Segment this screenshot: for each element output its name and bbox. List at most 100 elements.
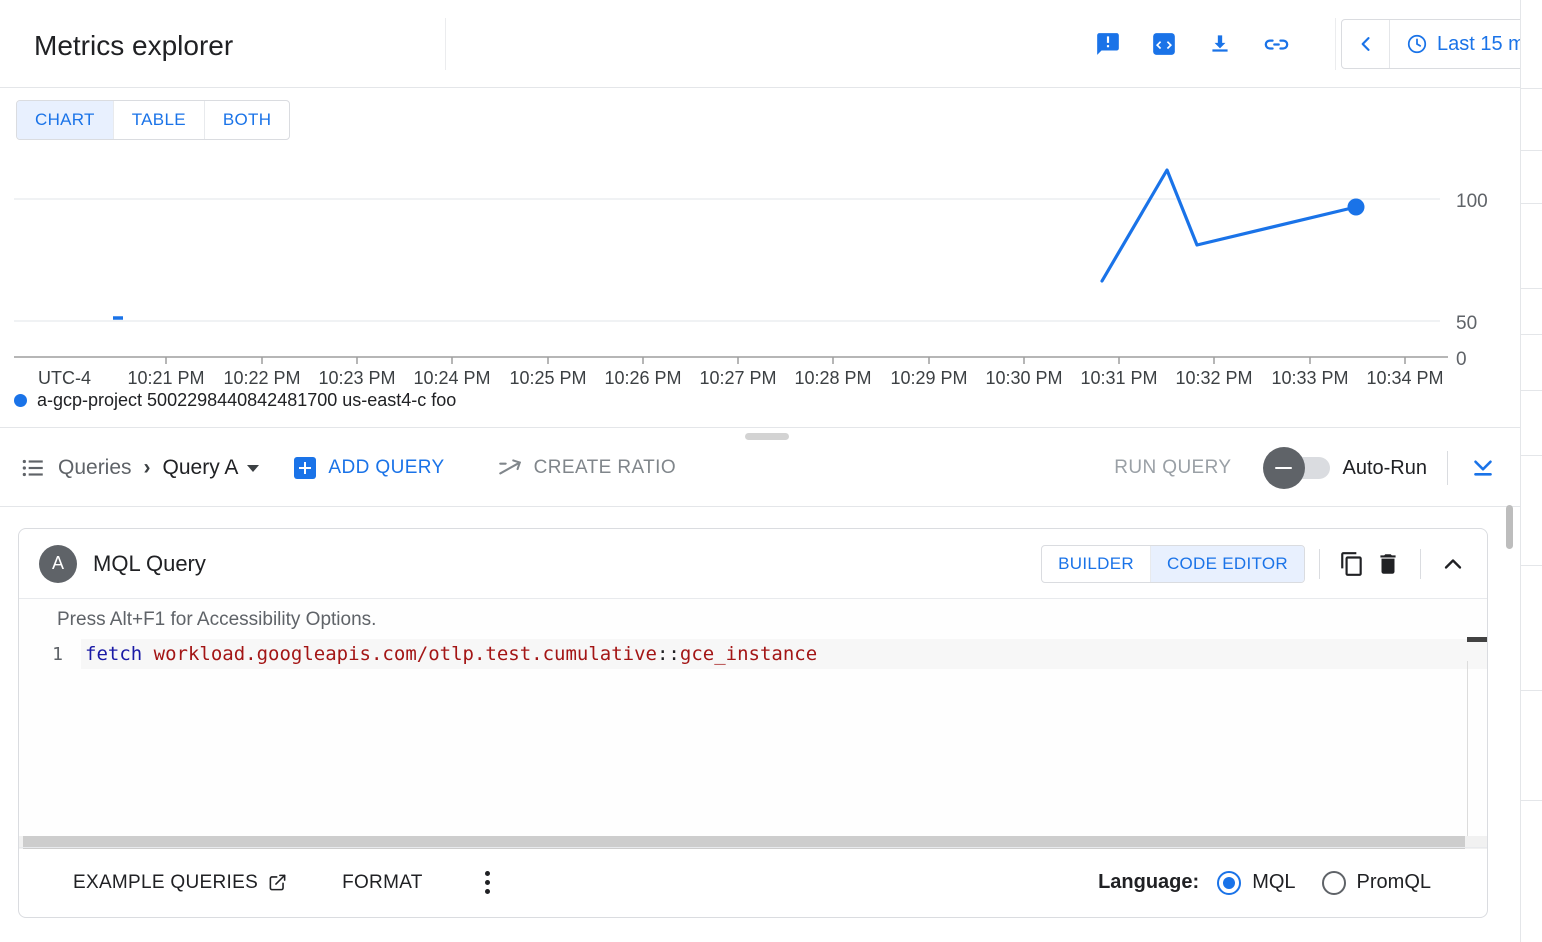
queries-breadcrumb-root[interactable]: Queries	[20, 455, 132, 481]
side-divider	[1521, 390, 1542, 391]
side-divider	[1521, 88, 1542, 89]
query-selector-label: Query A	[163, 456, 239, 480]
auto-run-switch[interactable]	[1268, 457, 1330, 479]
svg-text:10:30 PM: 10:30 PM	[985, 368, 1062, 388]
page-scrollbar[interactable]	[1506, 505, 1513, 549]
legend-item-label: a-gcp-project 5002298440842481700 us-eas…	[37, 390, 456, 411]
svg-text:10:25 PM: 10:25 PM	[509, 368, 586, 388]
time-range-back-button[interactable]	[1342, 20, 1390, 68]
radio-promql-label: PromQL	[1357, 871, 1431, 894]
svg-text:10:32 PM: 10:32 PM	[1175, 368, 1252, 388]
more-vert-icon[interactable]	[485, 871, 490, 894]
create-ratio-button[interactable]: CREATE RATIO	[497, 455, 676, 481]
example-queries-button[interactable]: EXAMPLE QUERIES	[73, 872, 287, 894]
card-divider-2	[1420, 549, 1421, 579]
download-icon[interactable]	[1204, 28, 1236, 60]
token-space	[142, 643, 153, 665]
collapse-all-icon[interactable]	[1468, 453, 1498, 483]
legend-color-swatch	[14, 394, 27, 407]
tab-both[interactable]: BOTH	[205, 101, 289, 139]
plus-box-icon	[293, 456, 317, 480]
list-icon	[20, 455, 46, 481]
mql-code-editor[interactable]: Press Alt+F1 for Accessibility Options. …	[19, 599, 1487, 849]
token-separator: ::	[657, 643, 680, 665]
auto-run-toggle-group: Auto-Run	[1268, 457, 1428, 480]
svg-text:10:27 PM: 10:27 PM	[699, 368, 776, 388]
query-toolbar-left: Queries › Query A ADD QUERY CREATE RATIO	[20, 429, 676, 507]
language-selector: Language: MQL PromQL	[1098, 871, 1457, 895]
mql-query-card: A MQL Query BUILDER CODE EDITOR	[18, 528, 1488, 918]
format-button[interactable]: FORMAT	[342, 872, 423, 894]
side-divider	[1521, 150, 1542, 151]
code-line-1[interactable]: 1 fetch workload.googleapis.com/otlp.tes…	[19, 639, 1487, 669]
run-query-button[interactable]: RUN QUERY	[1114, 457, 1231, 479]
radio-mql[interactable]	[1217, 871, 1241, 895]
chart-panel: CHART TABLE BOTH	[0, 88, 1520, 428]
panel-resize-handle[interactable]	[745, 433, 789, 440]
auto-run-label: Auto-Run	[1343, 457, 1428, 480]
card-divider-1	[1319, 549, 1320, 579]
side-divider	[1521, 334, 1542, 335]
side-divider	[1521, 690, 1542, 691]
token-resource: gce_instance	[680, 643, 817, 665]
page-title: Metrics explorer	[34, 26, 233, 66]
svg-text:UTC-4: UTC-4	[38, 368, 91, 388]
svg-text:10:33 PM: 10:33 PM	[1271, 368, 1348, 388]
token-metric: workload.googleapis.com/otlp.test.cumula…	[154, 643, 657, 665]
query-toolbar-right: RUN QUERY Auto-Run	[1114, 429, 1498, 507]
toolbar-divider	[1447, 451, 1448, 485]
svg-text:10:23 PM: 10:23 PM	[318, 368, 395, 388]
tab-table[interactable]: TABLE	[114, 101, 205, 139]
svg-text:10:22 PM: 10:22 PM	[223, 368, 300, 388]
tab-builder[interactable]: BUILDER	[1042, 546, 1151, 582]
add-query-button[interactable]: ADD QUERY	[293, 456, 444, 480]
editor-mode-toggle: BUILDER CODE EDITOR	[1041, 545, 1305, 583]
radio-mql-label: MQL	[1252, 871, 1295, 894]
svg-text:10:28 PM: 10:28 PM	[794, 368, 871, 388]
app-header: Metrics explorer	[0, 0, 1520, 88]
header-action-icons	[1092, 28, 1292, 60]
collapse-card-icon[interactable]	[1435, 546, 1471, 582]
accessibility-hint: Press Alt+F1 for Accessibility Options.	[57, 609, 376, 631]
query-card-title: MQL Query	[93, 551, 206, 577]
query-card-header: A MQL Query BUILDER CODE EDITOR	[19, 529, 1487, 599]
delete-query-icon[interactable]	[1370, 546, 1406, 582]
token-keyword: fetch	[85, 643, 142, 665]
svg-text:10:26 PM: 10:26 PM	[604, 368, 681, 388]
time-range-selector[interactable]: Last 15 min	[1341, 19, 1542, 69]
editor-ruler-line	[1467, 661, 1468, 847]
code-content[interactable]: fetch workload.googleapis.com/otlp.test.…	[81, 639, 1487, 669]
chart-legend[interactable]: a-gcp-project 5002298440842481700 us-eas…	[14, 390, 456, 411]
query-card-actions: BUILDER CODE EDITOR	[1041, 529, 1471, 599]
external-link-icon	[268, 873, 287, 892]
breadcrumb-separator-icon: ›	[144, 456, 151, 480]
right-side-panel	[1520, 0, 1542, 942]
minus-icon	[1275, 467, 1292, 469]
radio-promql[interactable]	[1322, 871, 1346, 895]
chevron-down-icon	[247, 465, 259, 472]
line-number: 1	[19, 644, 81, 665]
example-queries-label: EXAMPLE QUERIES	[73, 872, 258, 894]
svg-text:10:34 PM: 10:34 PM	[1366, 368, 1443, 388]
svg-text:10:24 PM: 10:24 PM	[413, 368, 490, 388]
queries-label: Queries	[58, 456, 132, 480]
feedback-icon[interactable]	[1092, 28, 1124, 60]
query-card-footer: EXAMPLE QUERIES FORMAT Language: MQL Pro…	[19, 847, 1487, 917]
query-selector[interactable]: Query A	[163, 456, 260, 480]
side-divider	[1521, 455, 1542, 456]
side-divider	[1521, 288, 1542, 289]
code-icon[interactable]	[1148, 28, 1180, 60]
editor-vertical-scrollbar[interactable]	[1467, 637, 1488, 642]
svg-text:10:21 PM: 10:21 PM	[127, 368, 204, 388]
duplicate-query-icon[interactable]	[1334, 546, 1370, 582]
link-icon[interactable]	[1260, 28, 1292, 60]
svg-text:10:29 PM: 10:29 PM	[890, 368, 967, 388]
side-divider	[1521, 800, 1542, 801]
query-avatar: A	[39, 545, 77, 583]
query-toolbar: Queries › Query A ADD QUERY CREATE RATIO	[0, 429, 1520, 507]
tab-code-editor[interactable]: CODE EDITOR	[1151, 546, 1304, 582]
svg-text:10:31 PM: 10:31 PM	[1080, 368, 1157, 388]
tab-chart[interactable]: CHART	[17, 101, 114, 139]
chart-view-toggle: CHART TABLE BOTH	[16, 100, 290, 140]
header-divider	[445, 18, 446, 70]
